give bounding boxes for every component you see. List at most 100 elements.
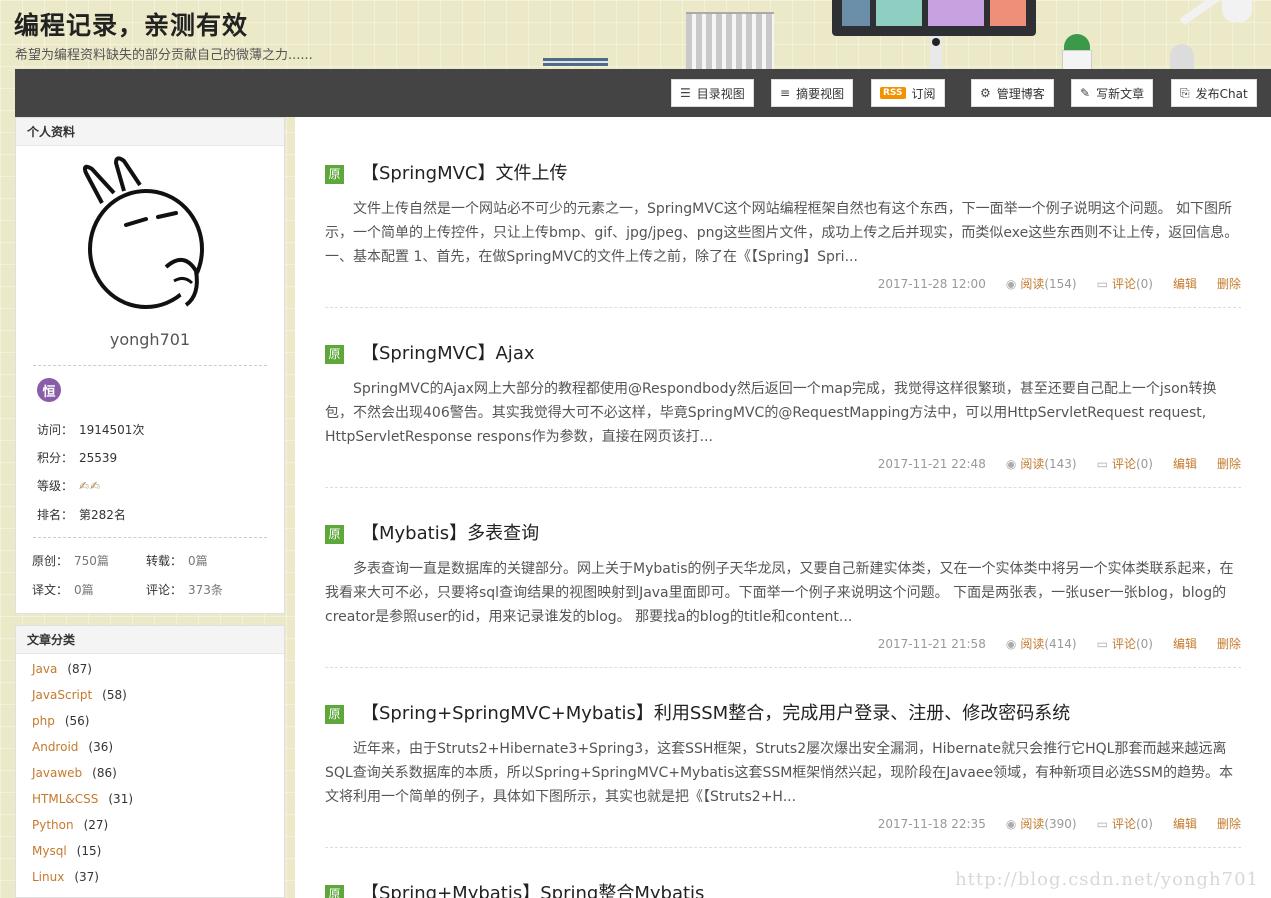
article-summary: SpringMVC的Ajax网上大部分的教程都使用@Respondbody然后返… bbox=[325, 381, 1217, 445]
comment-count: (0) bbox=[1135, 816, 1153, 831]
category-name[interactable]: Mysql bbox=[32, 844, 67, 858]
category-item[interactable]: php (56) bbox=[32, 714, 89, 728]
read-link[interactable]: ◉ 阅读 (390) bbox=[1006, 815, 1077, 832]
original-badge: 原 bbox=[325, 525, 344, 544]
profile-heading: 个人资料 bbox=[16, 118, 284, 146]
category-name[interactable]: Android bbox=[32, 740, 78, 754]
comment-count: (0) bbox=[1135, 636, 1153, 651]
count-translation-value: 0篇 bbox=[74, 583, 94, 597]
read-label: 阅读 bbox=[1020, 457, 1045, 471]
comment-label: 评论 bbox=[1111, 817, 1136, 831]
category-name[interactable]: Java bbox=[32, 662, 57, 676]
read-link[interactable]: ◉ 阅读 (143) bbox=[1006, 455, 1077, 472]
article-summary: 近年来，由于Struts2+Hibernate3+Spring3，这套SSH框架… bbox=[325, 741, 1233, 805]
comment-icon: ▭ bbox=[1096, 816, 1108, 831]
category-count: (36) bbox=[88, 740, 114, 754]
category-item[interactable]: Java (87) bbox=[32, 662, 92, 676]
read-count: (143) bbox=[1044, 456, 1077, 471]
article-meta: 2017-11-28 12:00 ◉ 阅读 (154) ▭ 评论 (0) 编辑 删除 bbox=[878, 275, 1241, 292]
header-decoration-shelf bbox=[543, 58, 608, 66]
list-icon: ☰ bbox=[680, 86, 691, 100]
edit-link[interactable]: 编辑 bbox=[1173, 815, 1197, 832]
avatar[interactable] bbox=[80, 155, 216, 311]
category-item[interactable]: Android (36) bbox=[32, 740, 113, 754]
username[interactable]: yongh701 bbox=[16, 330, 284, 349]
profile-panel: 个人资料 yongh701 恒 访问： 1914501次 积分： 25539 等级：… bbox=[15, 117, 285, 614]
delete-link[interactable]: 删除 bbox=[1217, 635, 1241, 652]
comment-link[interactable]: ▭ 评论 (0) bbox=[1097, 815, 1153, 832]
category-name[interactable]: Linux bbox=[32, 870, 64, 884]
stat-visits-label: 访问： bbox=[37, 423, 74, 437]
eye-icon: ◉ bbox=[1005, 636, 1017, 651]
medal-badge[interactable]: 恒 bbox=[37, 378, 61, 402]
delete-link[interactable]: 删除 bbox=[1217, 815, 1241, 832]
stat-rank-label: 排名： bbox=[37, 508, 74, 522]
category-item[interactable]: Python (27) bbox=[32, 818, 108, 832]
category-name[interactable]: JavaScript bbox=[32, 688, 92, 702]
original-badge: 原 bbox=[325, 705, 344, 724]
category-name[interactable]: Javaweb bbox=[32, 766, 82, 780]
article-title[interactable]: 【SpringMVC】文件上传 bbox=[361, 159, 568, 185]
category-count: (37) bbox=[74, 870, 99, 884]
category-name[interactable]: php bbox=[32, 714, 55, 728]
count-reprint-label: 转载： bbox=[146, 554, 183, 568]
article-item: 原 【Mybatis】多表查询 多表查询一直是数据库的关键部分。网上关于Myba… bbox=[325, 519, 1241, 679]
category-name[interactable]: HTML&CSS bbox=[32, 792, 98, 806]
article-title[interactable]: 【Spring+Mybatis】Spring整合Mybatis bbox=[361, 879, 704, 898]
article-title[interactable]: 【Mybatis】多表查询 bbox=[361, 519, 539, 545]
category-item[interactable]: Mysql (15) bbox=[32, 844, 101, 858]
manage-blog-button[interactable]: ⚙ 管理博客 bbox=[971, 79, 1054, 107]
header-decoration-monitor bbox=[832, 0, 1036, 36]
delete-link[interactable]: 删除 bbox=[1217, 275, 1241, 292]
category-item[interactable]: JavaScript (58) bbox=[32, 688, 127, 702]
count-translation-label: 译文： bbox=[32, 583, 69, 597]
article-date: 2017-11-18 22:35 bbox=[877, 816, 986, 831]
blog-title[interactable]: 编程记录，亲测有效 bbox=[14, 6, 248, 42]
count-reprint-value: 0篇 bbox=[188, 554, 208, 568]
catalog-view-button[interactable]: ☰ 目录视图 bbox=[671, 79, 754, 107]
count-original-label: 原创： bbox=[32, 554, 69, 568]
edit-link[interactable]: 编辑 bbox=[1173, 455, 1197, 472]
category-item[interactable]: HTML&CSS (31) bbox=[32, 792, 133, 806]
comment-link[interactable]: ▭ 评论 (0) bbox=[1097, 635, 1153, 652]
count-reprint: 转载： 0篇 bbox=[146, 552, 208, 569]
article-date: 2017-11-21 21:58 bbox=[877, 636, 986, 651]
edit-link[interactable]: 编辑 bbox=[1173, 275, 1197, 292]
category-count: (27) bbox=[83, 818, 109, 832]
divider bbox=[33, 537, 267, 538]
count-original: 原创： 750篇 bbox=[32, 552, 109, 569]
article-title[interactable]: 【SpringMVC】Ajax bbox=[361, 339, 535, 365]
article-summary: 多表查询一直是数据库的关键部分。网上关于Mybatis的例子天华龙凤，又要自己新… bbox=[325, 561, 1234, 625]
original-badge: 原 bbox=[325, 165, 344, 184]
header-decoration-cabinet bbox=[686, 12, 774, 70]
read-link[interactable]: ◉ 阅读 (154) bbox=[1006, 275, 1077, 292]
eye-icon: ◉ bbox=[1005, 276, 1017, 291]
category-name[interactable]: Python bbox=[32, 818, 74, 832]
manage-blog-label: 管理博客 bbox=[996, 86, 1045, 101]
read-count: (414) bbox=[1044, 636, 1077, 651]
category-item[interactable]: Javaweb (86) bbox=[32, 766, 117, 780]
count-translation: 译文： 0篇 bbox=[32, 581, 94, 598]
stat-visits: 访问： 1914501次 bbox=[37, 421, 144, 438]
rss-icon: RSS bbox=[880, 87, 906, 99]
category-item[interactable]: Linux (37) bbox=[32, 870, 99, 884]
comment-link[interactable]: ▭ 评论 (0) bbox=[1097, 275, 1153, 292]
watermark-text: http://blog.csdn.net/yongh701 bbox=[955, 869, 1259, 890]
blog-header: 编程记录，亲测有效 希望为编程资料缺失的部分贡献自己的微薄之力...... bbox=[0, 0, 1271, 70]
header-decoration-dot bbox=[932, 38, 940, 46]
article-title[interactable]: 【Spring+SpringMVC+Mybatis】利用SSM整合，完成用户登录… bbox=[361, 699, 1070, 725]
count-comments-label: 评论： bbox=[146, 583, 183, 597]
subscribe-button[interactable]: RSS 订阅 bbox=[871, 79, 945, 107]
comment-link[interactable]: ▭ 评论 (0) bbox=[1097, 455, 1153, 472]
write-article-button[interactable]: ✎ 写新文章 bbox=[1071, 79, 1154, 107]
category-count: (87) bbox=[67, 662, 92, 676]
summary-view-button[interactable]: ≡ 摘要视图 bbox=[771, 79, 854, 107]
read-link[interactable]: ◉ 阅读 (414) bbox=[1006, 635, 1077, 652]
header-decoration-lamp bbox=[1170, 0, 1260, 70]
read-count: (390) bbox=[1044, 816, 1077, 831]
delete-link[interactable]: 删除 bbox=[1217, 455, 1241, 472]
publish-chat-button[interactable]: ⎘ 发布Chat bbox=[1171, 79, 1257, 107]
edit-link[interactable]: 编辑 bbox=[1173, 635, 1197, 652]
read-label: 阅读 bbox=[1020, 817, 1045, 831]
eye-icon: ◉ bbox=[1005, 816, 1017, 831]
